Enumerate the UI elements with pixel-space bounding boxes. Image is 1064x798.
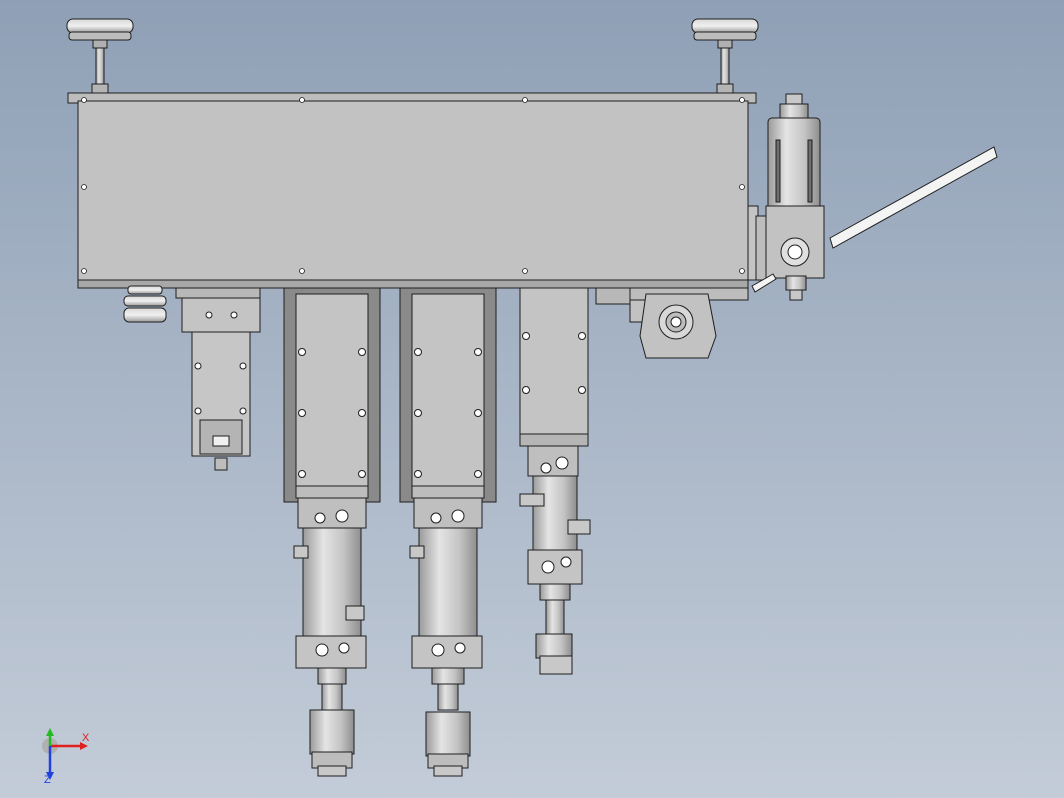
leveling-foot-left (66, 18, 134, 95)
linear-slide-3 (519, 287, 589, 447)
gearbox-motor (595, 287, 749, 359)
pneumatic-cylinder-2 (409, 497, 483, 777)
side-motor-assembly (747, 93, 825, 301)
pneumatic-cylinder-1 (293, 497, 367, 777)
x-axis-label: X (82, 732, 90, 744)
cad-model-viewport[interactable] (0, 0, 1064, 798)
left-gripper-module (175, 287, 261, 471)
bottom-roller (123, 285, 167, 323)
linear-slide-1 (283, 287, 381, 503)
linear-slide-2 (399, 287, 497, 503)
axis-triad: X Z (38, 728, 98, 788)
main-frame-plate (67, 92, 757, 289)
z-axis-label: Z (44, 774, 51, 786)
leveling-foot-right (691, 18, 759, 95)
pneumatic-cylinder-3 (519, 445, 591, 675)
